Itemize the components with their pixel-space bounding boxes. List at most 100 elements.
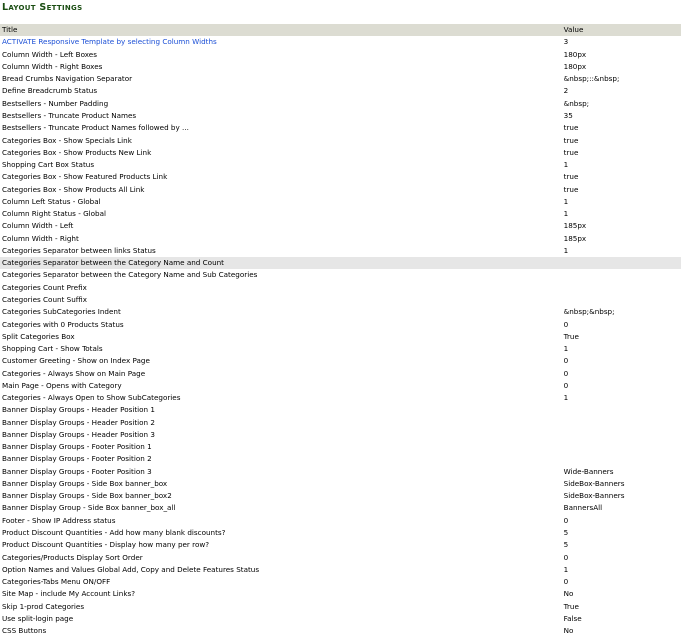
table-row[interactable]: Categories Box - Show Specials Link true xyxy=(0,134,681,146)
table-row[interactable]: Categories with 0 Products Status 0 xyxy=(0,318,681,330)
setting-title: Banner Display Groups - Footer Position … xyxy=(2,442,152,452)
setting-value: No xyxy=(563,589,574,599)
table-row[interactable]: Banner Display Groups - Footer Position … xyxy=(0,466,681,478)
setting-title: Banner Display Groups - Header Position … xyxy=(2,417,155,427)
table-row[interactable]: Banner Display Groups - Header Position … xyxy=(0,429,681,441)
table-row[interactable]: Column Width - Left 185px xyxy=(0,220,681,232)
setting-title: Bestsellers - Number Padding xyxy=(2,98,109,108)
setting-title: Categories Count Suffix xyxy=(2,294,87,304)
table-row[interactable]: Product Discount Quantities - Add how ma… xyxy=(0,527,681,539)
table-row[interactable]: Bestsellers - Truncate Product Names 35 xyxy=(0,110,681,122)
setting-title: Categories Box - Show Products New Link xyxy=(2,147,152,157)
table-row[interactable]: Define Breadcrumb Status 2 xyxy=(0,85,681,97)
setting-title: Skip 1-prod Categories xyxy=(2,601,85,611)
setting-title: Banner Display Groups - Header Position … xyxy=(2,429,155,439)
table-row[interactable]: Categories Separator between the Categor… xyxy=(0,269,681,281)
setting-value: &nbsp;::&nbsp; xyxy=(563,74,620,84)
setting-value: true xyxy=(563,123,579,133)
column-header-title[interactable]: Title xyxy=(0,24,562,36)
setting-title: Categories-Tabs Menu ON/OFF xyxy=(2,577,111,587)
setting-value: 180px xyxy=(563,61,587,71)
setting-title: Categories Box - Show Products All Link xyxy=(2,184,145,194)
setting-title: Categories - Always Open to Show SubCate… xyxy=(2,393,181,403)
table-row[interactable]: Banner Display Groups - Side Box banner_… xyxy=(0,490,681,502)
table-row[interactable]: Footer - Show IP Address status 0 xyxy=(0,515,681,527)
setting-title: Define Breadcrumb Status xyxy=(2,86,98,96)
setting-value: BannersAll xyxy=(563,503,603,513)
setting-title: Categories/Products Display Sort Order xyxy=(2,552,143,562)
setting-title: Shopping Cart Box Status xyxy=(2,160,95,170)
table-row[interactable]: Product Discount Quantities - Display ho… xyxy=(0,539,681,551)
setting-value: 1 xyxy=(563,160,569,170)
table-row[interactable]: Bestsellers - Number Padding &nbsp; xyxy=(0,98,681,110)
setting-value xyxy=(562,257,681,269)
table-row[interactable]: Column Right Status - Global 1 xyxy=(0,208,681,220)
table-row[interactable]: ACTIVATE Responsive Template by selectin… xyxy=(0,36,681,48)
setting-value: Wide-Banners xyxy=(563,466,614,476)
setting-title: Banner Display Groups - Footer Position … xyxy=(2,454,152,464)
table-row[interactable]: Categories/Products Display Sort Order 0 xyxy=(0,551,681,563)
table-row[interactable]: Categories Count Suffix xyxy=(0,294,681,306)
setting-title: Banner Display Groups - Header Position … xyxy=(2,405,155,415)
table-row[interactable]: Column Left Status - Global 1 xyxy=(0,196,681,208)
setting-value: 0 xyxy=(563,515,569,525)
setting-value: 5 xyxy=(563,540,569,550)
setting-title: Shopping Cart - Show Totals xyxy=(2,344,103,354)
table-row-selected[interactable]: Categories Separator between the Categor… xyxy=(0,257,681,270)
column-header-value[interactable]: Value xyxy=(562,24,681,36)
setting-title: Categories - Always Show on Main Page xyxy=(2,368,146,378)
setting-value: 0 xyxy=(563,319,569,329)
table-row[interactable]: Option Names and Values Global Add, Copy… xyxy=(0,564,681,576)
table-row[interactable]: Banner Display Groups - Footer Position … xyxy=(0,453,681,465)
table-row[interactable]: Banner Display Groups - Side Box banner_… xyxy=(0,478,681,490)
setting-value: 185px xyxy=(563,221,587,231)
table-row[interactable]: Site Map - include My Account Links? No xyxy=(0,588,681,600)
table-row[interactable]: Categories Box - Show Products New Link t… xyxy=(0,147,681,159)
table-row[interactable]: Categories - Always Open to Show SubCate… xyxy=(0,392,681,404)
table-row[interactable]: Categories Box - Show Featured Products … xyxy=(0,171,681,183)
table-row[interactable]: Column Width - Left Boxes 180px xyxy=(0,49,681,61)
table-row[interactable]: Column Width - Right 185px xyxy=(0,233,681,245)
table-row[interactable]: Customer Greeting - Show on Index Page 0 xyxy=(0,355,681,367)
setting-value: 0 xyxy=(563,356,569,366)
table-row[interactable]: Bestsellers - Truncate Product Names fol… xyxy=(0,122,681,134)
table-row[interactable]: Shopping Cart - Show Totals 1 xyxy=(0,343,681,355)
setting-value: &nbsp;&nbsp; xyxy=(563,307,615,317)
table-row[interactable]: Categories Separator between links Statu… xyxy=(0,245,681,257)
table-row[interactable]: Banner Display Group - Side Box banner_b… xyxy=(0,502,681,514)
table-row[interactable]: Use split-login page False xyxy=(0,613,681,625)
table-row[interactable]: Categories Count Prefix xyxy=(0,282,681,294)
setting-title: Column Right Status - Global xyxy=(2,209,107,219)
setting-value xyxy=(562,404,681,416)
table-row[interactable]: Banner Display Groups - Header Position … xyxy=(0,404,681,416)
setting-title: Column Width - Left xyxy=(2,221,74,231)
table-row[interactable]: Categories-Tabs Menu ON/OFF 0 xyxy=(0,576,681,588)
setting-value: No xyxy=(563,626,574,636)
table-row[interactable]: Categories Box - Show Products All Link t… xyxy=(0,183,681,195)
setting-title: Use split-login page xyxy=(2,613,74,623)
table-row[interactable]: Banner Display Groups - Header Position … xyxy=(0,417,681,429)
table-row[interactable]: CSS Buttons No xyxy=(0,625,681,637)
table-row[interactable]: Split Categories Box True xyxy=(0,331,681,343)
table-row[interactable]: Skip 1-prod Categories True xyxy=(0,600,681,612)
setting-value: 0 xyxy=(563,577,569,587)
table-row[interactable]: Column Width - Right Boxes 180px xyxy=(0,61,681,73)
table-row[interactable]: Banner Display Groups - Footer Position … xyxy=(0,441,681,453)
setting-title: Site Map - include My Account Links? xyxy=(2,589,136,599)
table-row[interactable]: Shopping Cart Box Status 1 xyxy=(0,159,681,171)
table-row[interactable]: Categories SubCategories Indent &nbsp;&nb… xyxy=(0,306,681,318)
table-row[interactable]: Bread Crumbs Navigation Separator &nbsp;:… xyxy=(0,73,681,85)
setting-title: Banner Display Groups - Footer Position … xyxy=(2,466,152,476)
setting-title: Column Width - Right Boxes xyxy=(2,61,103,71)
setting-value: 1 xyxy=(563,564,569,574)
setting-title: Categories with 0 Products Status xyxy=(2,319,124,329)
table-row[interactable]: Main Page - Opens with Category 0 xyxy=(0,380,681,392)
settings-table: Title Value ACTIVATE Responsive Template… xyxy=(0,24,681,637)
setting-value: 185px xyxy=(563,233,587,243)
table-row[interactable]: Categories - Always Show on Main Page 0 xyxy=(0,367,681,379)
setting-title: CSS Buttons xyxy=(2,626,47,636)
setting-title: Banner Display Group - Side Box banner_b… xyxy=(2,503,176,513)
setting-title: Categories Separator between the Categor… xyxy=(2,258,224,268)
setting-value: 3 xyxy=(563,37,569,47)
setting-title: Column Width - Left Boxes xyxy=(2,49,97,59)
